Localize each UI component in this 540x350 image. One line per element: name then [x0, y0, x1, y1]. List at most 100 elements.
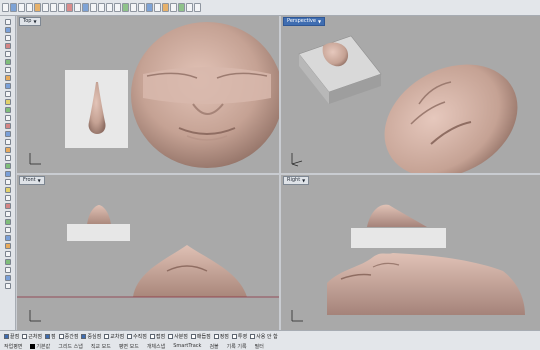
- copy-tool-icon[interactable]: [4, 195, 11, 201]
- cage-tool-icon[interactable]: [4, 275, 11, 281]
- open-file-icon[interactable]: [10, 3, 17, 12]
- viewport-tab-perspective[interactable]: Perspective ▼: [283, 17, 326, 26]
- copy-icon[interactable]: [50, 3, 57, 12]
- viewport-front[interactable]: Front ▼: [17, 175, 279, 330]
- cut-icon[interactable]: [42, 3, 49, 12]
- zoom-icon[interactable]: [98, 3, 105, 12]
- viewport-top[interactable]: Top ▼: [17, 16, 279, 173]
- select-tool-icon[interactable]: [4, 19, 11, 25]
- snap-option[interactable]: 사용 안 함: [250, 333, 278, 340]
- move-tool-icon[interactable]: [4, 187, 11, 193]
- pan-icon[interactable]: [82, 3, 89, 12]
- arc-tool-icon[interactable]: [4, 67, 11, 73]
- solid-tool-icon[interactable]: [4, 107, 11, 113]
- snap-option[interactable]: 중심점: [81, 333, 101, 340]
- help-icon[interactable]: [194, 3, 201, 12]
- rotate-view-icon[interactable]: [90, 3, 97, 12]
- light-icon[interactable]: [162, 3, 169, 12]
- checkbox[interactable]: [213, 334, 219, 339]
- checkbox[interactable]: [58, 334, 64, 339]
- filter-toggle[interactable]: 필터: [255, 343, 264, 350]
- import-icon[interactable]: [34, 3, 41, 12]
- curve-tool-icon[interactable]: [4, 51, 11, 57]
- layer-icon[interactable]: [146, 3, 153, 12]
- checkbox[interactable]: [22, 334, 28, 339]
- print-icon[interactable]: [26, 3, 33, 12]
- snap-option[interactable]: 중간점: [58, 333, 78, 340]
- checkbox[interactable]: [168, 334, 174, 339]
- fillet-tool-icon[interactable]: [4, 139, 11, 145]
- circle-tool-icon[interactable]: [4, 59, 11, 65]
- history-toggle[interactable]: 기록 기록: [227, 343, 247, 350]
- redo-icon[interactable]: [74, 3, 81, 12]
- options-icon[interactable]: [186, 3, 193, 12]
- line-tool-icon[interactable]: [4, 35, 11, 41]
- checkbox[interactable]: [81, 334, 87, 339]
- gumball-toggle[interactable]: 검볼: [209, 343, 218, 350]
- snap-option[interactable]: 투영: [231, 333, 247, 340]
- render-icon[interactable]: [170, 3, 177, 12]
- planar-toggle[interactable]: 평면 모드: [119, 343, 139, 350]
- zoom-window-icon[interactable]: [106, 3, 113, 12]
- viewport-perspective[interactable]: Perspective ▼: [281, 16, 540, 173]
- snap-option[interactable]: 정점: [213, 333, 229, 340]
- snap-option[interactable]: 수직점: [127, 333, 147, 340]
- snap-option[interactable]: 점: [45, 333, 56, 340]
- array-tool-icon[interactable]: [4, 227, 11, 233]
- extrude-tool-icon[interactable]: [4, 131, 11, 137]
- move-icon[interactable]: [130, 3, 137, 12]
- polygon-tool-icon[interactable]: [4, 83, 11, 89]
- explode-tool-icon[interactable]: [4, 171, 11, 177]
- checkbox[interactable]: [250, 334, 256, 339]
- zoom-extents-icon[interactable]: [114, 3, 121, 12]
- misc-tool-icon[interactable]: [4, 283, 11, 289]
- drafting-tool-icon[interactable]: [4, 259, 11, 265]
- dimension-tool-icon[interactable]: [4, 243, 11, 249]
- polyline-tool-icon[interactable]: [4, 43, 11, 49]
- analyze-tool-icon[interactable]: [4, 235, 11, 241]
- render-tool-icon[interactable]: [4, 251, 11, 257]
- split-tool-icon[interactable]: [4, 155, 11, 161]
- save-icon[interactable]: [18, 3, 25, 12]
- snap-option[interactable]: 교차점: [104, 333, 124, 340]
- mesh-tool-icon[interactable]: [4, 115, 11, 121]
- material-icon[interactable]: [178, 3, 185, 12]
- text-tool-icon[interactable]: [4, 91, 11, 97]
- surface-tool-icon[interactable]: [4, 99, 11, 105]
- select-icon[interactable]: [122, 3, 129, 12]
- join-tool-icon[interactable]: [4, 163, 11, 169]
- properties-icon[interactable]: [154, 3, 161, 12]
- layer-indicator[interactable]: 기본값: [30, 343, 50, 350]
- checkbox[interactable]: [231, 334, 237, 339]
- checkbox[interactable]: [190, 334, 196, 339]
- checkbox[interactable]: [104, 334, 110, 339]
- checkbox[interactable]: [127, 334, 133, 339]
- viewport-tab-front[interactable]: Front ▼: [19, 176, 45, 185]
- point-tool-icon[interactable]: [4, 27, 11, 33]
- rotate-tool-icon[interactable]: [4, 203, 11, 209]
- snap-option[interactable]: 끝점: [4, 333, 19, 340]
- checkbox[interactable]: [4, 334, 9, 339]
- snap-option[interactable]: 접점: [149, 333, 165, 340]
- boolean-tool-icon[interactable]: [4, 123, 11, 129]
- transform-tool-icon[interactable]: [4, 267, 11, 273]
- viewport-tab-top[interactable]: Top ▼: [19, 17, 41, 26]
- trim-tool-icon[interactable]: [4, 147, 11, 153]
- smarttrack-toggle[interactable]: SmartTrack: [173, 343, 201, 350]
- paste-icon[interactable]: [58, 3, 65, 12]
- snap-option[interactable]: 매듭점: [190, 333, 211, 340]
- grid-icon[interactable]: [138, 3, 145, 12]
- checkbox[interactable]: [45, 334, 51, 339]
- mirror-tool-icon[interactable]: [4, 219, 11, 225]
- ortho-toggle[interactable]: 직교 모드: [91, 343, 111, 350]
- viewport-tab-right[interactable]: Right ▼: [283, 176, 310, 185]
- viewport-right[interactable]: Right ▼: [281, 175, 540, 330]
- snap-option[interactable]: 근처점: [22, 333, 42, 340]
- rectangle-tool-icon[interactable]: [4, 75, 11, 81]
- new-file-icon[interactable]: [2, 3, 9, 12]
- checkbox[interactable]: [149, 334, 155, 339]
- osnap-toggle[interactable]: 개체스냅: [147, 343, 165, 350]
- grid-snap-toggle[interactable]: 그리드 스냅: [58, 343, 83, 350]
- undo-icon[interactable]: [66, 3, 73, 12]
- group-tool-icon[interactable]: [4, 179, 11, 185]
